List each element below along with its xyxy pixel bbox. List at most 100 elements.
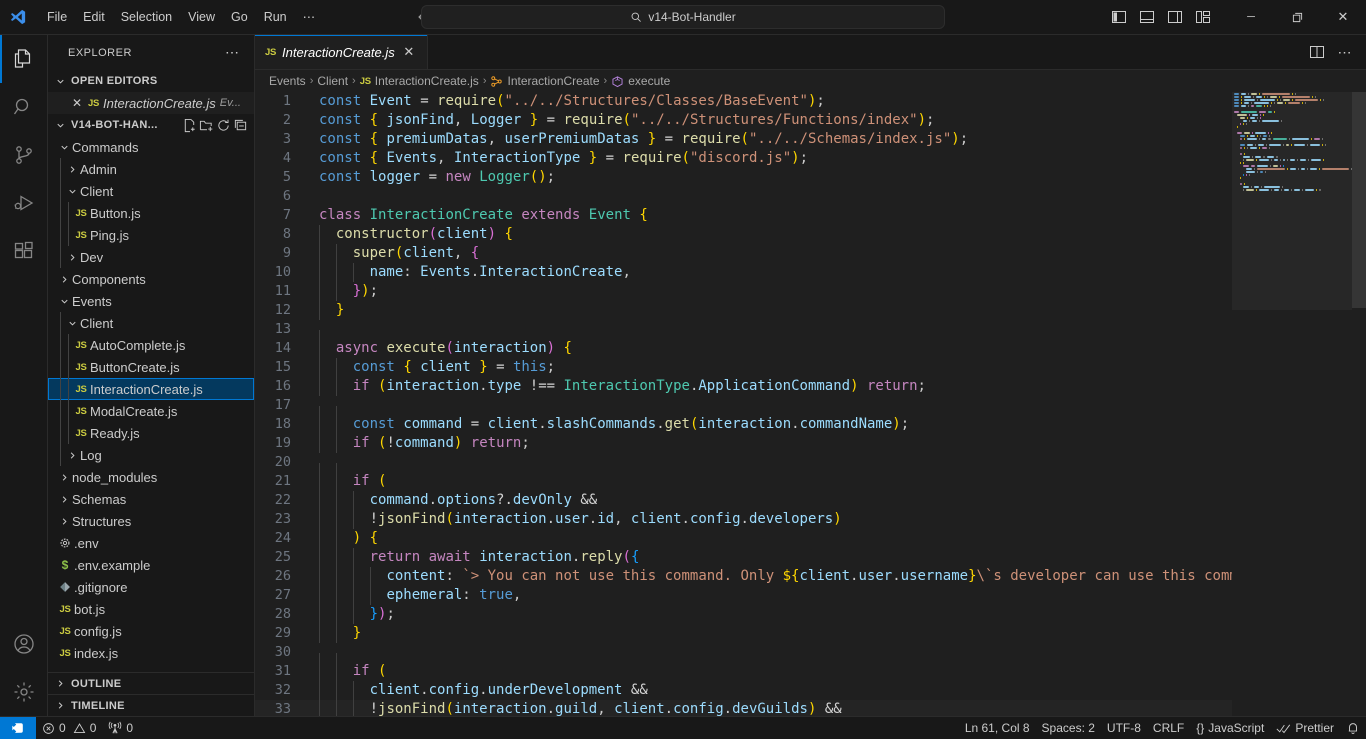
tree-item-modalcreate-js[interactable]: JS ModalCreate.js [48, 400, 254, 422]
code-line[interactable]: 31 if ( [255, 662, 1232, 681]
tree-item-buttoncreate-js[interactable]: JS ButtonCreate.js [48, 356, 254, 378]
tree-item-admin[interactable]: Admin [48, 158, 254, 180]
code-line[interactable]: 1 const Event = require("../../Structures… [255, 92, 1232, 111]
code-line[interactable]: 17 [255, 396, 1232, 425]
activitybar-item-explorer[interactable] [0, 35, 48, 83]
status-editor-language[interactable]: {} JavaScript [1190, 717, 1270, 739]
minimap-slider[interactable] [1232, 92, 1352, 310]
code-line[interactable]: 8 constructor(client) { [255, 225, 1232, 244]
tab-interactioncreate-js[interactable]: JS InteractionCreate.js ✕ [255, 35, 428, 69]
code-line[interactable]: 21 if ( [255, 472, 1232, 491]
activitybar-item-run-and-debug[interactable] [0, 179, 48, 227]
code-line[interactable]: 16 if (interaction.type !== InteractionT… [255, 377, 1232, 396]
status-editor-encoding[interactable]: UTF-8 [1101, 717, 1147, 739]
code-line[interactable]: 6 [255, 187, 1232, 206]
tree-item-client[interactable]: Client [48, 180, 254, 202]
new-folder-icon[interactable] [199, 118, 214, 133]
split-editor-icon[interactable] [1304, 39, 1330, 65]
status-notifications[interactable] [1340, 717, 1366, 739]
refresh-icon[interactable] [216, 118, 231, 133]
code-line[interactable]: 29 } [255, 624, 1232, 643]
timeline-section-header[interactable]: TIMELINE [48, 694, 254, 716]
collapse-all-icon[interactable] [233, 118, 248, 133]
code-line[interactable]: 12 } [255, 301, 1232, 320]
tree-item-ready-js[interactable]: JS Ready.js [48, 422, 254, 444]
code-line[interactable]: 5 const logger = new Logger(); [255, 168, 1232, 187]
activitybar-item-manage[interactable] [0, 668, 48, 716]
open-editor-row[interactable]: ✕ JS InteractionCreate.js Ev... [48, 92, 254, 114]
code-line[interactable]: 22 command.options?.devOnly && [255, 491, 1232, 510]
code-line[interactable]: 3 const { premiumDatas, userPremiumDatas … [255, 130, 1232, 149]
tree-item-config-js[interactable]: JS config.js [48, 620, 254, 642]
new-file-icon[interactable] [182, 118, 197, 133]
tree-item-schemas[interactable]: Schemas [48, 488, 254, 510]
file-tree[interactable]: Commands Admin Client JS Button.js JS Ping.js D… [48, 136, 254, 672]
code-line[interactable]: 32 client.config.underDevelopment && [255, 681, 1232, 700]
code-line[interactable]: 4 const { Events, InteractionType } = req… [255, 149, 1232, 168]
code-line[interactable]: 33 !jsonFind(interaction.guild, client.c… [255, 700, 1232, 716]
tree-item-log[interactable]: Log [48, 444, 254, 466]
menu-more[interactable]: ⋯ [295, 4, 324, 30]
sidebar-more-actions-icon[interactable]: ⋯ [219, 44, 246, 61]
code-line[interactable]: 23 !jsonFind(interaction.user.id, client… [255, 510, 1232, 529]
code-line[interactable]: 2 const { jsonFind, Logger } = require(".… [255, 111, 1232, 130]
code-line[interactable]: 24 ) { [255, 529, 1232, 548]
breadcrumb-item-interactioncreate[interactable]: InteractionCreate [490, 74, 600, 88]
activitybar-item-search[interactable] [0, 83, 48, 131]
code-scroll-area[interactable]: 1 const Event = require("../../Structures… [255, 92, 1232, 716]
tree-item-structures[interactable]: Structures [48, 510, 254, 532]
code-line[interactable]: 14 async execute(interaction) { [255, 339, 1232, 358]
tree-item--env[interactable]: .env [48, 532, 254, 554]
code-line[interactable]: 10 name: Events.InteractionCreate, [255, 263, 1232, 282]
status-editor-position[interactable]: Ln 61, Col 8 [959, 717, 1036, 739]
tree-item-autocomplete-js[interactable]: JS AutoComplete.js [48, 334, 254, 356]
code-line[interactable]: 7 class InteractionCreate extends Event { [255, 206, 1232, 225]
tree-item-node-modules[interactable]: node_modules [48, 466, 254, 488]
tree-item-interactioncreate-js[interactable]: JS InteractionCreate.js [48, 378, 254, 400]
customize-layout-icon[interactable] [1190, 4, 1216, 30]
workspace-folder-header[interactable]: V14-BOT-HAN... [48, 114, 254, 136]
window-minimize-button[interactable]: ─ [1228, 0, 1274, 35]
breadcrumb-item-interactioncreate-js[interactable]: JS InteractionCreate.js [360, 74, 479, 88]
tree-item-events[interactable]: Events [48, 290, 254, 312]
code-line[interactable]: 15 const { client } = this; [255, 358, 1232, 377]
breadcrumb-item-client[interactable]: Client [317, 74, 348, 88]
status-ports[interactable]: 0 [102, 717, 139, 739]
code-line[interactable]: 18 const command = client.slashCommands.… [255, 415, 1232, 434]
tree-item--gitignore[interactable]: .gitignore [48, 576, 254, 598]
editor-vertical-scrollbar[interactable] [1352, 92, 1366, 716]
outline-section-header[interactable]: OUTLINE [48, 672, 254, 694]
command-center-search[interactable]: v14-Bot-Handler [421, 5, 945, 29]
tree-item--env-example[interactable]: $ .env.example [48, 554, 254, 576]
tree-item-dev[interactable]: Dev [48, 246, 254, 268]
toggle-secondary-sidebar-icon[interactable] [1162, 4, 1188, 30]
code-line[interactable]: 20 [255, 453, 1232, 482]
tree-item-bot-js[interactable]: JS bot.js [48, 598, 254, 620]
code-line[interactable]: 9 super(client, { [255, 244, 1232, 263]
code-line[interactable]: 30 [255, 643, 1232, 672]
breadcrumb-item-execute[interactable]: execute [611, 74, 670, 88]
window-maximize-button[interactable] [1274, 0, 1320, 35]
code-line[interactable]: 26 content: `> You can not use this comm… [255, 567, 1232, 586]
toggle-primary-sidebar-icon[interactable] [1106, 4, 1132, 30]
status-problems[interactable]: 0 0 [36, 717, 102, 739]
code-line[interactable]: 11 }); [255, 282, 1232, 301]
tree-item-commands[interactable]: Commands [48, 136, 254, 158]
menu-edit[interactable]: Edit [75, 4, 113, 30]
code-line[interactable]: 25 return await interaction.reply({ [255, 548, 1232, 567]
status-editor-eol[interactable]: CRLF [1147, 717, 1190, 739]
menu-go[interactable]: Go [223, 4, 256, 30]
close-icon[interactable]: ✕ [70, 96, 84, 110]
activitybar-item-extensions[interactable] [0, 227, 48, 275]
code-line[interactable]: 28 }); [255, 605, 1232, 624]
menu-selection[interactable]: Selection [113, 4, 180, 30]
status-editor-indentation[interactable]: Spaces: 2 [1036, 717, 1101, 739]
tree-item-ping-js[interactable]: JS Ping.js [48, 224, 254, 246]
close-icon[interactable]: ✕ [401, 44, 417, 60]
tree-item-components[interactable]: Components [48, 268, 254, 290]
minimap[interactable] [1232, 92, 1352, 716]
code-line[interactable]: 13 [255, 320, 1232, 349]
window-close-button[interactable]: ✕ [1320, 0, 1366, 35]
remote-window-icon[interactable] [0, 716, 36, 739]
breadcrumb-item-events[interactable]: Events [269, 74, 306, 88]
